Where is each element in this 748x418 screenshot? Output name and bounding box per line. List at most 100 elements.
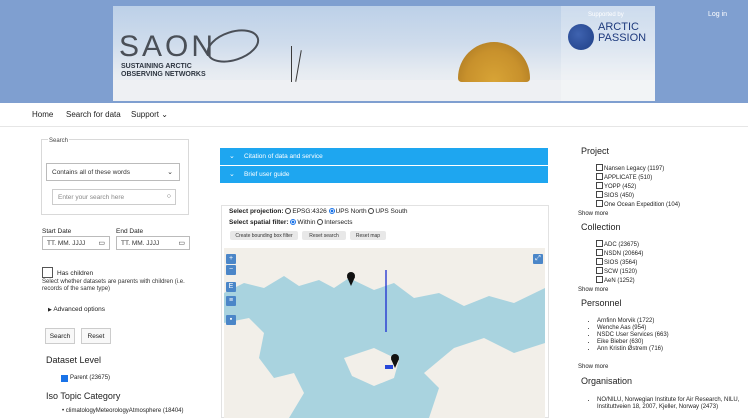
mast <box>291 46 292 82</box>
personnel-heading: Personnel <box>581 298 622 308</box>
search-legend: Search <box>48 138 70 144</box>
personnel-list: Arnfinn Morvik (1722) Wenche Aas (954) N… <box>585 318 669 353</box>
radio-ups-north-label: UPS North <box>335 208 367 215</box>
collection-item[interactable]: AeN (1252) <box>596 276 643 285</box>
partner-name-line2: PASSION <box>598 32 647 44</box>
end-date-input[interactable]: TT. MM. JJJJ ▭ <box>116 236 190 250</box>
arctic-passion-logo[interactable]: ARCTIC PASSION <box>598 22 646 44</box>
project-show-more[interactable]: Show more <box>578 211 608 217</box>
citation-accordion[interactable]: ⌄ Citation of data and service <box>220 148 548 165</box>
personnel-item[interactable]: Eike Bieber (630) <box>597 339 669 346</box>
collection-item[interactable]: NSDN (20664) <box>596 249 643 258</box>
research-tent <box>458 42 530 82</box>
has-children-label: Has children <box>57 270 94 277</box>
reset-map-button[interactable]: Reset map <box>350 231 386 240</box>
clear-icon[interactable]: ○ <box>167 193 171 200</box>
has-children-checkbox[interactable] <box>42 267 53 278</box>
parent-checkbox[interactable] <box>61 375 68 382</box>
iso-topic-heading: Iso Topic Category <box>46 391 121 401</box>
start-date-input[interactable]: TT. MM. JJJJ ▭ <box>42 236 110 250</box>
search-mode-select[interactable]: Contains all of these words ⌄ <box>46 163 180 181</box>
end-date-placeholder: TT. MM. JJJJ <box>121 240 160 247</box>
radio-ups-north[interactable] <box>328 208 335 214</box>
spatial-filter-row: Select spatial filter: Within Intersects <box>229 219 352 226</box>
caret-right-icon: ▶ <box>48 307 52 313</box>
project-item[interactable]: Nansen Legacy (1197) <box>596 164 680 173</box>
arctic-passion-globe-icon <box>568 24 594 50</box>
header-photo: SAON SUSTAINING ARCTIC OBSERVING NETWORK… <box>113 6 655 101</box>
radio-ups-south[interactable] <box>368 208 375 214</box>
radio-within[interactable] <box>290 219 297 225</box>
brief-guide-accordion[interactable]: ⌄ Brief user guide <box>220 166 548 183</box>
project-item[interactable]: APPLICATE (510) <box>596 173 680 182</box>
extent-icon[interactable]: E <box>226 282 236 292</box>
personnel-item[interactable]: Ann Kristin Østrem (716) <box>597 346 669 353</box>
radio-epsg4326-label: EPSG:4326 <box>292 208 327 215</box>
organisation-item[interactable]: NO/NILU, Norwegian Institute for Air Res… <box>597 397 740 411</box>
project-item[interactable]: YOPP (452) <box>596 182 680 191</box>
advanced-options-toggle[interactable]: ▶ Advanced options <box>48 306 105 313</box>
map-marker-icon <box>347 272 355 286</box>
draw-icon[interactable]: ▪ <box>226 315 236 325</box>
project-list: Nansen Legacy (1197) APPLICATE (510) YOP… <box>596 164 680 209</box>
create-bbox-filter-button[interactable]: Create bounding box filter <box>230 231 298 240</box>
saon-subtitle: SUSTAINING ARCTIC OBSERVING NETWORKS <box>121 63 206 78</box>
project-item[interactable]: SIOS (450) <box>596 191 680 200</box>
zoom-in-icon[interactable]: + <box>226 254 236 264</box>
login-link[interactable]: Log in <box>708 11 727 18</box>
layers-icon[interactable]: ≡ <box>226 296 236 306</box>
arctic-map[interactable]: + − E ≡ ▪ ⤢ <box>224 248 545 418</box>
organisation-list: NO/NILU, Norwegian Institute for Air Res… <box>585 397 740 411</box>
collection-list: ADC (23675) NSDN (20664) SIOS (3564) SCW… <box>596 240 643 285</box>
reset-button[interactable]: Reset <box>81 328 111 344</box>
search-input[interactable]: Enter your search here ○ <box>52 189 176 205</box>
search-button[interactable]: Search <box>45 328 75 344</box>
collection-item[interactable]: SIOS (3564) <box>596 258 643 267</box>
nav-support[interactable]: Support ⌄ <box>131 110 168 119</box>
map-land <box>224 248 545 418</box>
personnel-item[interactable]: Arnfinn Morvik (1722) <box>597 318 669 325</box>
citation-accordion-label: Citation of data and service <box>244 153 323 160</box>
end-date-label: End Date <box>116 228 144 235</box>
supported-by: Supported by <box>588 12 624 18</box>
zoom-out-icon[interactable]: − <box>226 265 236 275</box>
projection-row: Select projection: EPSG:4326 UPS North U… <box>229 208 408 215</box>
spatial-filter-label: Select spatial filter: <box>229 219 289 226</box>
personnel-item[interactable]: Wenche Aas (954) <box>597 325 669 332</box>
nav-home[interactable]: Home <box>32 110 53 119</box>
header-banner: SAON SUSTAINING ARCTIC OBSERVING NETWORK… <box>0 0 748 103</box>
nav-search-for-data[interactable]: Search for data <box>66 110 121 119</box>
collection-item[interactable]: ADC (23675) <box>596 240 643 249</box>
advanced-options-label: Advanced options <box>53 306 105 313</box>
search-input-placeholder: Enter your search here <box>58 194 125 201</box>
chevron-down-icon: ⌄ <box>161 110 168 119</box>
collection-show-more[interactable]: Show more <box>578 287 608 293</box>
radio-ups-south-label: UPS South <box>375 208 408 215</box>
radio-intersects-label: Intersects <box>324 219 353 226</box>
brief-guide-accordion-label: Brief user guide <box>244 171 290 178</box>
radio-intersects[interactable] <box>317 219 324 225</box>
organisation-heading: Organisation <box>581 376 633 386</box>
project-item[interactable]: One Ocean Expedition (104) <box>596 200 680 209</box>
reset-search-button[interactable]: Reset search <box>302 231 346 240</box>
collection-item[interactable]: SCW (1520) <box>596 267 643 276</box>
iso-topic-item[interactable]: • climatologyMeteorologyAtmosphere (1840… <box>62 408 184 414</box>
radio-epsg4326[interactable] <box>285 208 292 214</box>
main-nav: Home Search for data Support ⌄ <box>0 103 748 127</box>
calendar-icon[interactable]: ▭ <box>98 239 105 247</box>
fullscreen-icon[interactable]: ⤢ <box>533 254 543 264</box>
saon-logo[interactable]: SAON <box>119 30 216 64</box>
project-heading: Project <box>581 146 610 156</box>
chevron-down-icon: ⌄ <box>229 153 235 160</box>
start-date-label: Start Date <box>42 228 72 235</box>
iso-topic-item-label: climatologyMeteorologyAtmosphere (18404) <box>65 408 184 414</box>
personnel-item[interactable]: NSDC User Services (663) <box>597 332 669 339</box>
has-children-help: Select whether datasets are parents with… <box>42 279 185 292</box>
calendar-icon[interactable]: ▭ <box>178 239 185 247</box>
personnel-show-more[interactable]: Show more <box>578 364 608 370</box>
saon-swirl-icon <box>206 29 260 63</box>
chevron-down-icon: ⌄ <box>167 169 173 176</box>
search-mode-value: Contains all of these words <box>52 169 131 176</box>
nav-support-label: Support <box>131 110 160 119</box>
mast <box>295 50 302 82</box>
